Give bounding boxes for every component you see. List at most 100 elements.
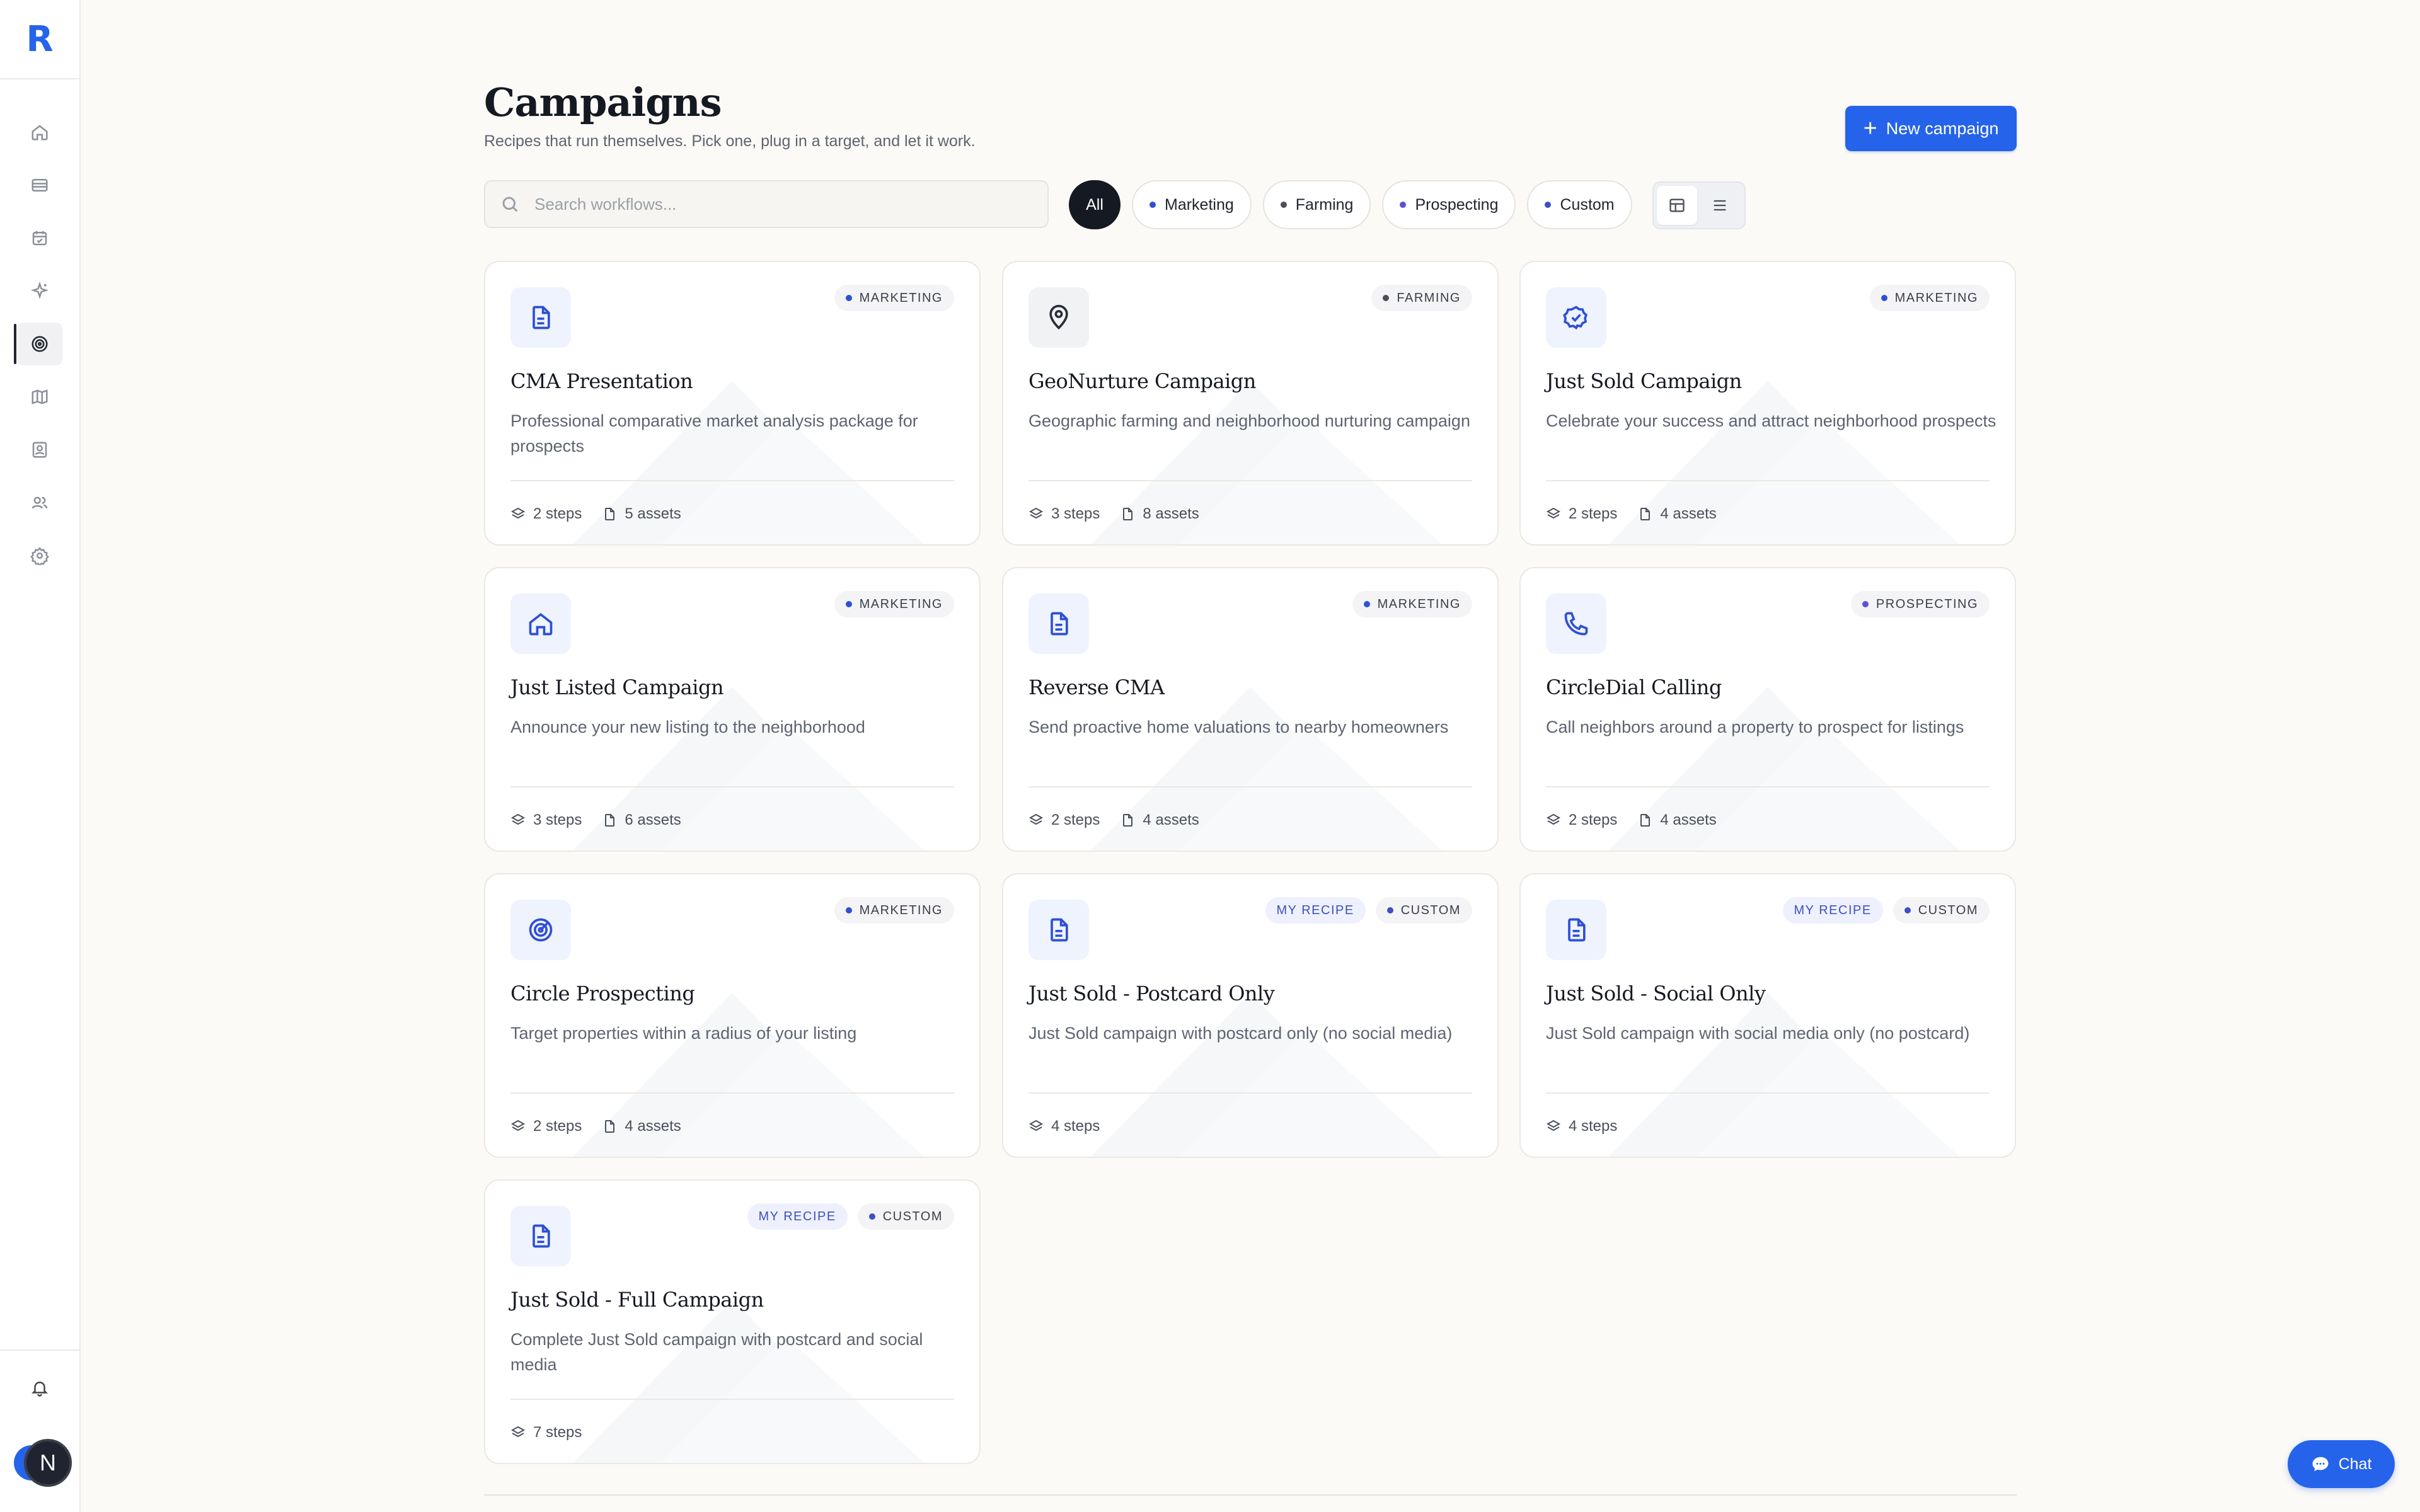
card-description: Complete Just Sold campaign with postcar… xyxy=(510,1330,923,1374)
filter-chip-label: Farming xyxy=(1295,195,1354,214)
steps-label: 3 steps xyxy=(533,811,582,828)
sidebar-item-contacts[interactable] xyxy=(0,423,79,476)
card-meta: 2 steps 4 assets xyxy=(510,1118,681,1135)
sidebar-nav xyxy=(0,106,79,582)
new-campaign-button[interactable]: + New campaign xyxy=(1845,106,2017,151)
assets-label: 8 assets xyxy=(1143,505,1199,522)
assets-label: 4 assets xyxy=(1660,505,1717,522)
layers-icon xyxy=(510,1120,526,1131)
sidebar-item-team[interactable] xyxy=(0,476,79,529)
category-badge: MARKETING xyxy=(834,285,954,311)
category-filters: All Marketing Farming Prospecting Custom xyxy=(1069,180,1632,229)
assets-count: 4 assets xyxy=(1120,811,1199,829)
recipe-badge-label: MY RECIPE xyxy=(1276,903,1354,917)
card-description: Call neighbors around a property to pros… xyxy=(1546,718,1964,736)
assets-count: 4 assets xyxy=(1637,505,1717,523)
card-divider xyxy=(1028,1092,1472,1094)
card-meta: 3 steps 6 assets xyxy=(510,811,681,829)
card-icon-container xyxy=(1546,287,1606,348)
layers-icon xyxy=(1028,507,1044,519)
campaign-card[interactable]: PROSPECTING CircleDial Calling Call neighb… xyxy=(1519,567,2016,852)
category-badge-label: MARKETING xyxy=(859,597,943,611)
category-dot xyxy=(1363,601,1370,607)
category-badge-label: FARMING xyxy=(1397,290,1461,305)
card-description: Celebrate your success and attract neigh… xyxy=(1546,411,1997,430)
category-badge: FARMING xyxy=(1371,285,1472,311)
steps-count: 2 steps xyxy=(1546,505,1617,523)
category-badge-label: MARKETING xyxy=(859,290,943,305)
campaign-card[interactable]: MY RECIPE CUSTOM Just Sold - Social Only Ju… xyxy=(1519,873,2016,1158)
sidebar-item-settings[interactable] xyxy=(0,529,79,582)
card-divider xyxy=(510,480,954,481)
card-icon-container xyxy=(510,1206,571,1266)
search-input[interactable] xyxy=(534,194,1039,214)
filter-chip-all[interactable]: All xyxy=(1069,180,1121,229)
card-meta: 4 steps xyxy=(1028,1118,1100,1135)
chat-button[interactable]: Chat xyxy=(2288,1440,2395,1488)
category-dot xyxy=(845,907,852,914)
user-menu[interactable]: N xyxy=(14,1439,72,1492)
chat-label: Chat xyxy=(2338,1455,2372,1473)
card-title: Just Sold - Full Campaign xyxy=(510,1288,764,1312)
layers-icon xyxy=(1546,507,1561,519)
card-description: Target properties within a radius of you… xyxy=(510,1024,857,1043)
card-description: Send proactive home valuations to nearby… xyxy=(1028,718,1449,736)
category-badge-label: CUSTOM xyxy=(1400,903,1461,917)
steps-count: 2 steps xyxy=(1028,811,1100,829)
sparkle-icon xyxy=(31,282,49,299)
campaign-card[interactable]: MY RECIPE CUSTOM Just Sold - Postcard Only… xyxy=(1002,873,1499,1158)
card-title: Just Sold Campaign xyxy=(1546,369,1742,393)
card-badges: MARKETING xyxy=(834,285,954,311)
card-icon-container xyxy=(1546,900,1606,960)
assets-label: 4 assets xyxy=(1660,811,1717,828)
campaign-card[interactable]: FARMING GeoNurture Campaign Geographic far… xyxy=(1002,261,1499,546)
card-badges: MY RECIPE CUSTOM xyxy=(1265,897,1472,924)
filter-chip-custom[interactable]: Custom xyxy=(1527,180,1632,229)
campaign-card[interactable]: MY RECIPE CUSTOM Just Sold - Full Campaign… xyxy=(484,1179,981,1464)
sidebar-item-calendar[interactable] xyxy=(0,212,79,265)
new-campaign-label: New campaign xyxy=(1886,118,1999,138)
steps-label: 4 steps xyxy=(1569,1118,1618,1135)
card-title: CircleDial Calling xyxy=(1546,675,1722,699)
document-icon xyxy=(533,1224,550,1248)
category-dot xyxy=(1280,202,1287,208)
layers-icon xyxy=(510,507,526,519)
recipe-badge-label: MY RECIPE xyxy=(758,1209,836,1223)
grid-view-button[interactable] xyxy=(1657,186,1697,225)
sidebar-item-map[interactable] xyxy=(0,370,79,423)
list-view-button[interactable] xyxy=(1700,186,1740,225)
card-icon-container xyxy=(1028,287,1089,348)
assets-label: 4 assets xyxy=(625,1118,681,1135)
category-badge-label: CUSTOM xyxy=(1918,903,1978,917)
layout-grid-icon xyxy=(1669,198,1685,212)
steps-label: 4 steps xyxy=(1051,1118,1100,1135)
filter-chip-prospecting[interactable]: Prospecting xyxy=(1382,180,1516,229)
notifications-button[interactable] xyxy=(30,1378,50,1399)
campaign-card[interactable]: MARKETING Circle Prospecting Target proper… xyxy=(484,873,981,1158)
filter-chip-marketing[interactable]: Marketing xyxy=(1132,180,1252,229)
avatar[interactable]: N xyxy=(24,1439,72,1487)
filter-chip-farming[interactable]: Farming xyxy=(1262,180,1371,229)
home-icon xyxy=(529,613,553,636)
campaign-card[interactable]: MARKETING Just Sold Campaign Celebrate you… xyxy=(1519,261,2016,546)
category-badge-label: MARKETING xyxy=(859,903,943,917)
phone-icon xyxy=(1564,612,1588,636)
sidebar-item-list[interactable] xyxy=(0,159,79,212)
campaign-card[interactable]: MARKETING Reverse CMA Send proactive home … xyxy=(1002,567,1499,852)
campaign-card[interactable]: MARKETING CMA Presentation Professional co… xyxy=(484,261,981,546)
category-badge: CUSTOM xyxy=(1375,897,1472,924)
card-icon-container xyxy=(1028,593,1089,654)
campaign-card[interactable]: MARKETING Just Listed Campaign Announce yo… xyxy=(484,567,981,852)
category-dot xyxy=(1400,202,1407,208)
sidebar-item-campaigns[interactable] xyxy=(0,318,79,370)
sidebar-item-home[interactable] xyxy=(0,106,79,159)
card-title: Just Listed Campaign xyxy=(510,675,724,699)
card-icon-container xyxy=(1028,900,1089,960)
search-bar[interactable] xyxy=(484,180,1049,228)
app-logo[interactable]: R xyxy=(0,0,79,79)
card-title: Just Sold - Social Only xyxy=(1546,982,1766,1005)
card-description: Professional comparative market analysis… xyxy=(510,411,918,455)
sidebar-item-ai[interactable] xyxy=(0,265,79,318)
card-title: Just Sold - Postcard Only xyxy=(1028,982,1275,1005)
category-badge: CUSTOM xyxy=(857,1203,954,1230)
